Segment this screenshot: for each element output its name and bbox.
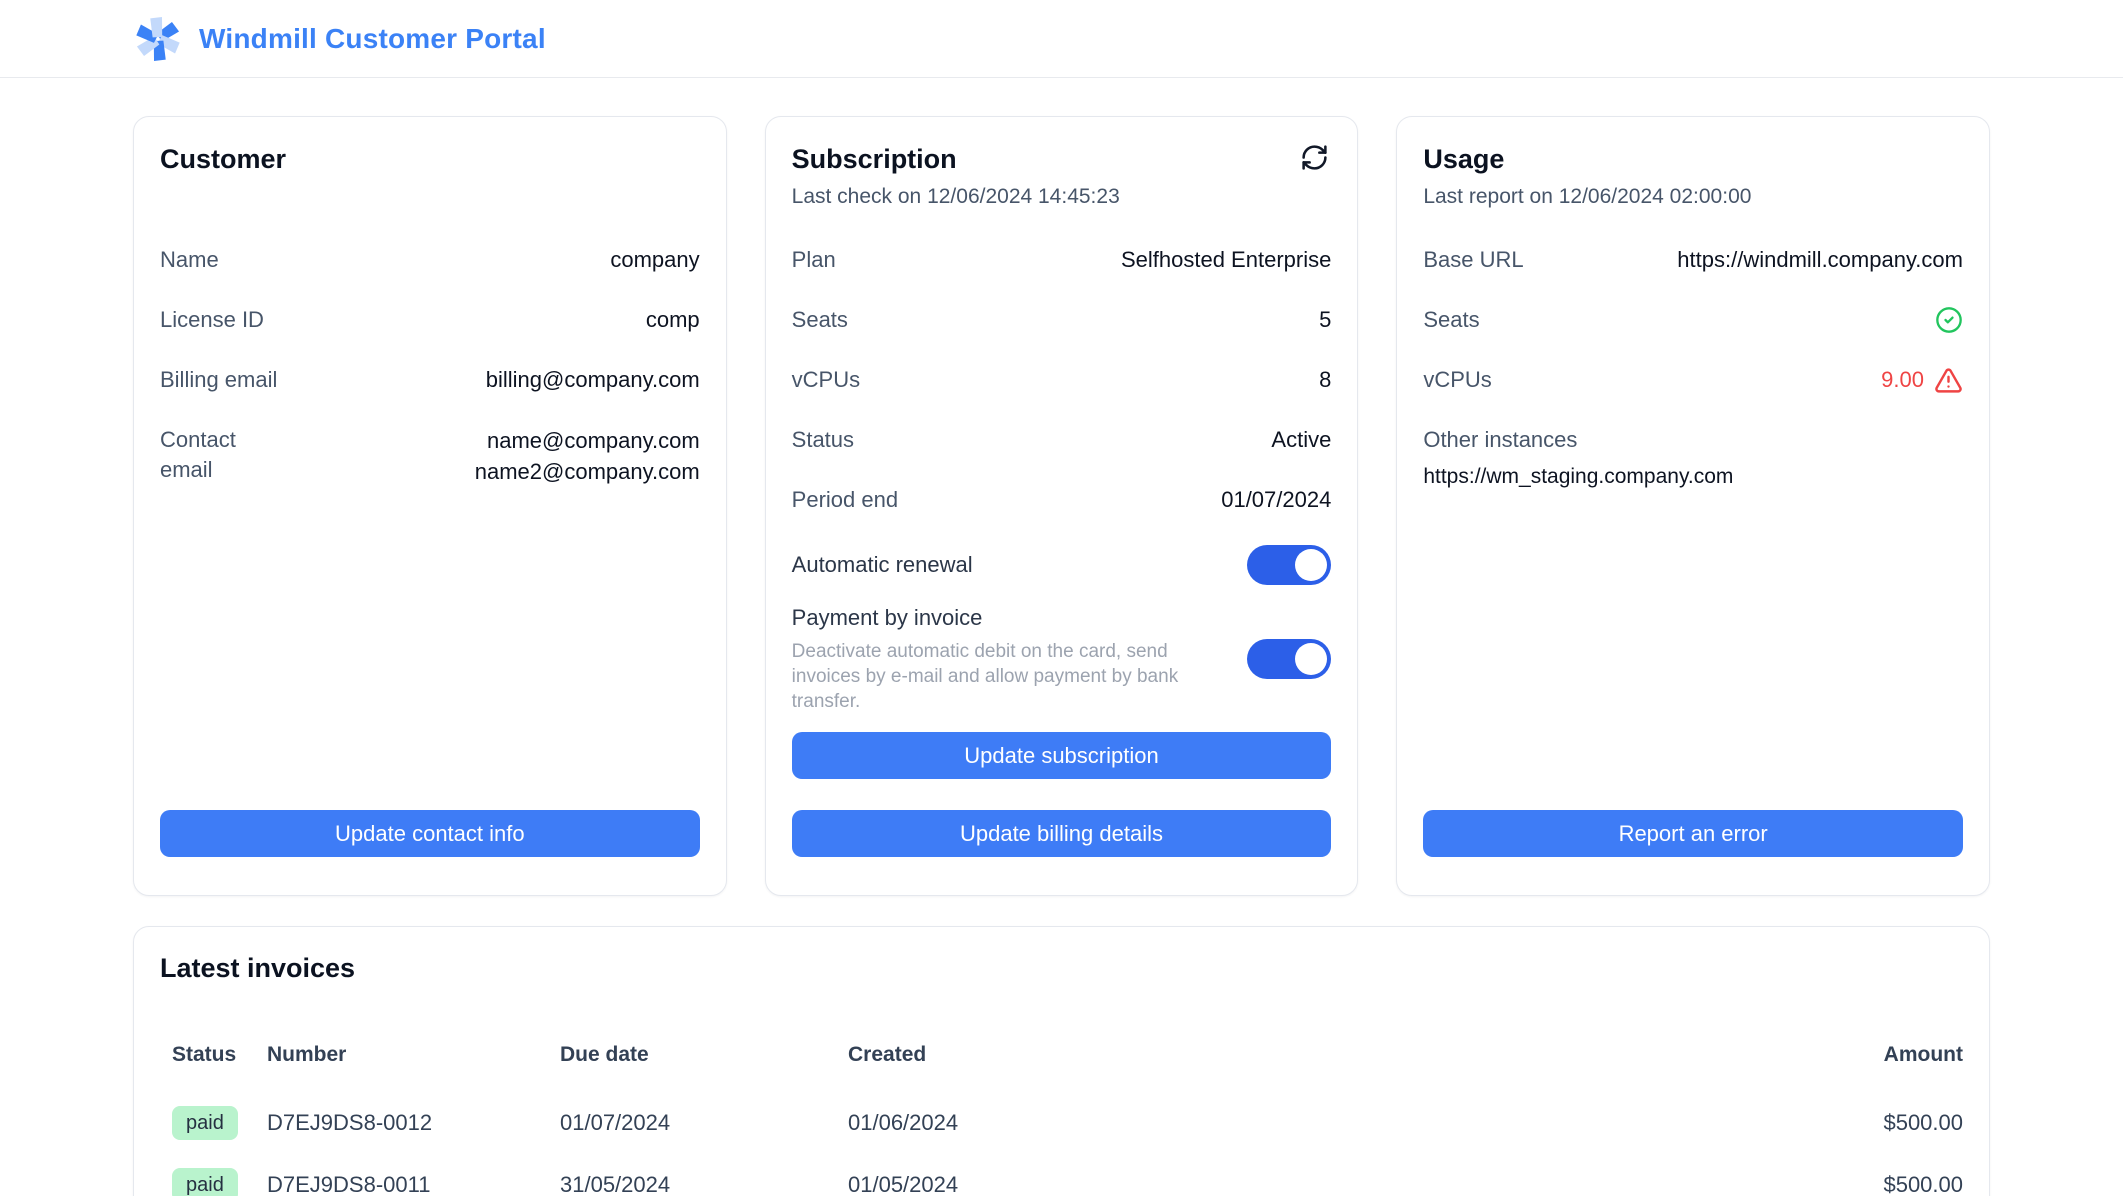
usage-card: Usage Last report on 12/06/2024 02:00:00… xyxy=(1396,116,1990,896)
billing-email-label: Billing email xyxy=(160,365,277,395)
payment-by-invoice-description: Deactivate automatic debit on the card, … xyxy=(792,639,1217,714)
other-instances-label: Other instances xyxy=(1423,425,1963,455)
name-value: company xyxy=(610,245,699,275)
customer-card-subtitle-spacer xyxy=(160,183,700,211)
base-url-value: https://windmill.company.com xyxy=(1677,245,1963,275)
automatic-renewal-toggle[interactable] xyxy=(1247,545,1331,585)
status-label: Status xyxy=(792,425,854,455)
vcpus-label: vCPUs xyxy=(792,365,860,395)
column-status: Status xyxy=(172,1043,267,1067)
other-instances-value: https://wm_staging.company.com xyxy=(1423,463,1963,491)
windmill-logo-icon xyxy=(133,13,183,65)
plan-row: Plan Selfhosted Enterprise xyxy=(792,245,1332,275)
plan-value: Selfhosted Enterprise xyxy=(1121,245,1331,275)
update-contact-info-button[interactable]: Update contact info xyxy=(160,810,700,857)
period-end-row: Period end 01/07/2024 xyxy=(792,485,1332,515)
invoice-created: 01/06/2024 xyxy=(848,1110,1763,1136)
usage-vcpus-value: 9.00 xyxy=(1881,365,1924,395)
invoice-row: paid D7EJ9DS8-0012 01/07/2024 01/06/2024… xyxy=(172,1092,1963,1154)
license-id-row: License ID comp xyxy=(160,305,700,335)
usage-seats-row: Seats xyxy=(1423,305,1963,335)
billing-email-value: billing@company.com xyxy=(486,365,700,395)
automatic-renewal-label: Automatic renewal xyxy=(792,550,973,580)
license-id-label: License ID xyxy=(160,305,264,335)
subscription-card: Subscription Last check on 12/06/2024 14… xyxy=(765,116,1359,896)
payment-by-invoice-row: Payment by invoice Deactivate automatic … xyxy=(792,603,1332,714)
payment-by-invoice-text: Payment by invoice Deactivate automatic … xyxy=(792,603,1217,714)
status-value: Active xyxy=(1271,425,1331,455)
name-label: Name xyxy=(160,245,219,275)
top-navigation-bar: Windmill Customer Portal xyxy=(0,0,2123,78)
status-badge: paid xyxy=(172,1168,238,1196)
invoices-table: Status Number Due date Created Amount pa… xyxy=(160,1032,1963,1196)
refresh-icon[interactable] xyxy=(1298,141,1331,174)
warning-triangle-icon xyxy=(1934,366,1963,395)
usage-vcpus-status: 9.00 xyxy=(1881,365,1963,395)
vcpus-row: vCPUs 8 xyxy=(792,365,1332,395)
contact-email-label: Contact email xyxy=(160,425,278,487)
other-instances-row: Other instances https://wm_staging.compa… xyxy=(1423,425,1963,491)
customer-name-row: Name company xyxy=(160,245,700,275)
invoice-due-date: 31/05/2024 xyxy=(560,1172,848,1196)
invoice-created: 01/05/2024 xyxy=(848,1172,1763,1196)
period-end-value: 01/07/2024 xyxy=(1221,485,1331,515)
latest-invoices-card: Latest invoices Status Number Due date C… xyxy=(133,926,1990,1196)
base-url-label: Base URL xyxy=(1423,245,1523,275)
period-end-label: Period end xyxy=(792,485,898,515)
invoice-row: paid D7EJ9DS8-0011 31/05/2024 01/05/2024… xyxy=(172,1154,1963,1196)
usage-card-title: Usage xyxy=(1423,141,1504,177)
contact-email-line-1: name@company.com xyxy=(475,425,700,456)
seats-row: Seats 5 xyxy=(792,305,1332,335)
status-row: Status Active xyxy=(792,425,1332,455)
contact-email-line-2: name2@company.com xyxy=(475,456,700,487)
usage-last-report: Last report on 12/06/2024 02:00:00 xyxy=(1423,183,1963,211)
invoice-number: D7EJ9DS8-0011 xyxy=(267,1172,560,1196)
vcpus-value: 8 xyxy=(1319,365,1331,395)
usage-seats-label: Seats xyxy=(1423,305,1479,335)
column-number: Number xyxy=(267,1043,560,1067)
report-an-error-button[interactable]: Report an error xyxy=(1423,810,1963,857)
payment-by-invoice-toggle[interactable] xyxy=(1247,639,1331,679)
app-title: Windmill Customer Portal xyxy=(199,23,546,55)
plan-label: Plan xyxy=(792,245,836,275)
customer-card-title: Customer xyxy=(160,141,286,177)
latest-invoices-title: Latest invoices xyxy=(160,953,1963,984)
usage-seats-status xyxy=(1935,305,1963,335)
column-due-date: Due date xyxy=(560,1043,848,1067)
invoice-amount: $500.00 xyxy=(1763,1172,1963,1196)
usage-vcpus-row: vCPUs 9.00 xyxy=(1423,365,1963,395)
usage-vcpus-label: vCPUs xyxy=(1423,365,1491,395)
main-content: Customer Name company License ID comp Bi… xyxy=(0,78,2123,1196)
automatic-renewal-row: Automatic renewal xyxy=(792,545,1332,585)
update-billing-details-button[interactable]: Update billing details xyxy=(792,810,1332,857)
invoice-number: D7EJ9DS8-0012 xyxy=(267,1110,560,1136)
contact-email-value: name@company.com name2@company.com xyxy=(475,425,700,487)
brand: Windmill Customer Portal xyxy=(133,13,546,65)
customer-card: Customer Name company License ID comp Bi… xyxy=(133,116,727,896)
invoice-due-date: 01/07/2024 xyxy=(560,1110,848,1136)
base-url-row: Base URL https://windmill.company.com xyxy=(1423,245,1963,275)
subscription-last-check: Last check on 12/06/2024 14:45:23 xyxy=(792,183,1332,211)
license-id-value: comp xyxy=(646,305,700,335)
seats-value: 5 xyxy=(1319,305,1331,335)
column-created: Created xyxy=(848,1043,1763,1067)
invoices-table-header: Status Number Due date Created Amount xyxy=(172,1032,1963,1078)
subscription-card-title: Subscription xyxy=(792,141,957,177)
invoice-amount: $500.00 xyxy=(1763,1110,1963,1136)
payment-by-invoice-label: Payment by invoice xyxy=(792,603,1217,633)
contact-email-row: Contact email name@company.com name2@com… xyxy=(160,425,700,487)
billing-email-row: Billing email billing@company.com xyxy=(160,365,700,395)
check-circle-icon xyxy=(1935,306,1963,334)
status-badge: paid xyxy=(172,1106,238,1140)
update-subscription-button[interactable]: Update subscription xyxy=(792,732,1332,779)
seats-label: Seats xyxy=(792,305,848,335)
column-amount: Amount xyxy=(1763,1043,1963,1067)
